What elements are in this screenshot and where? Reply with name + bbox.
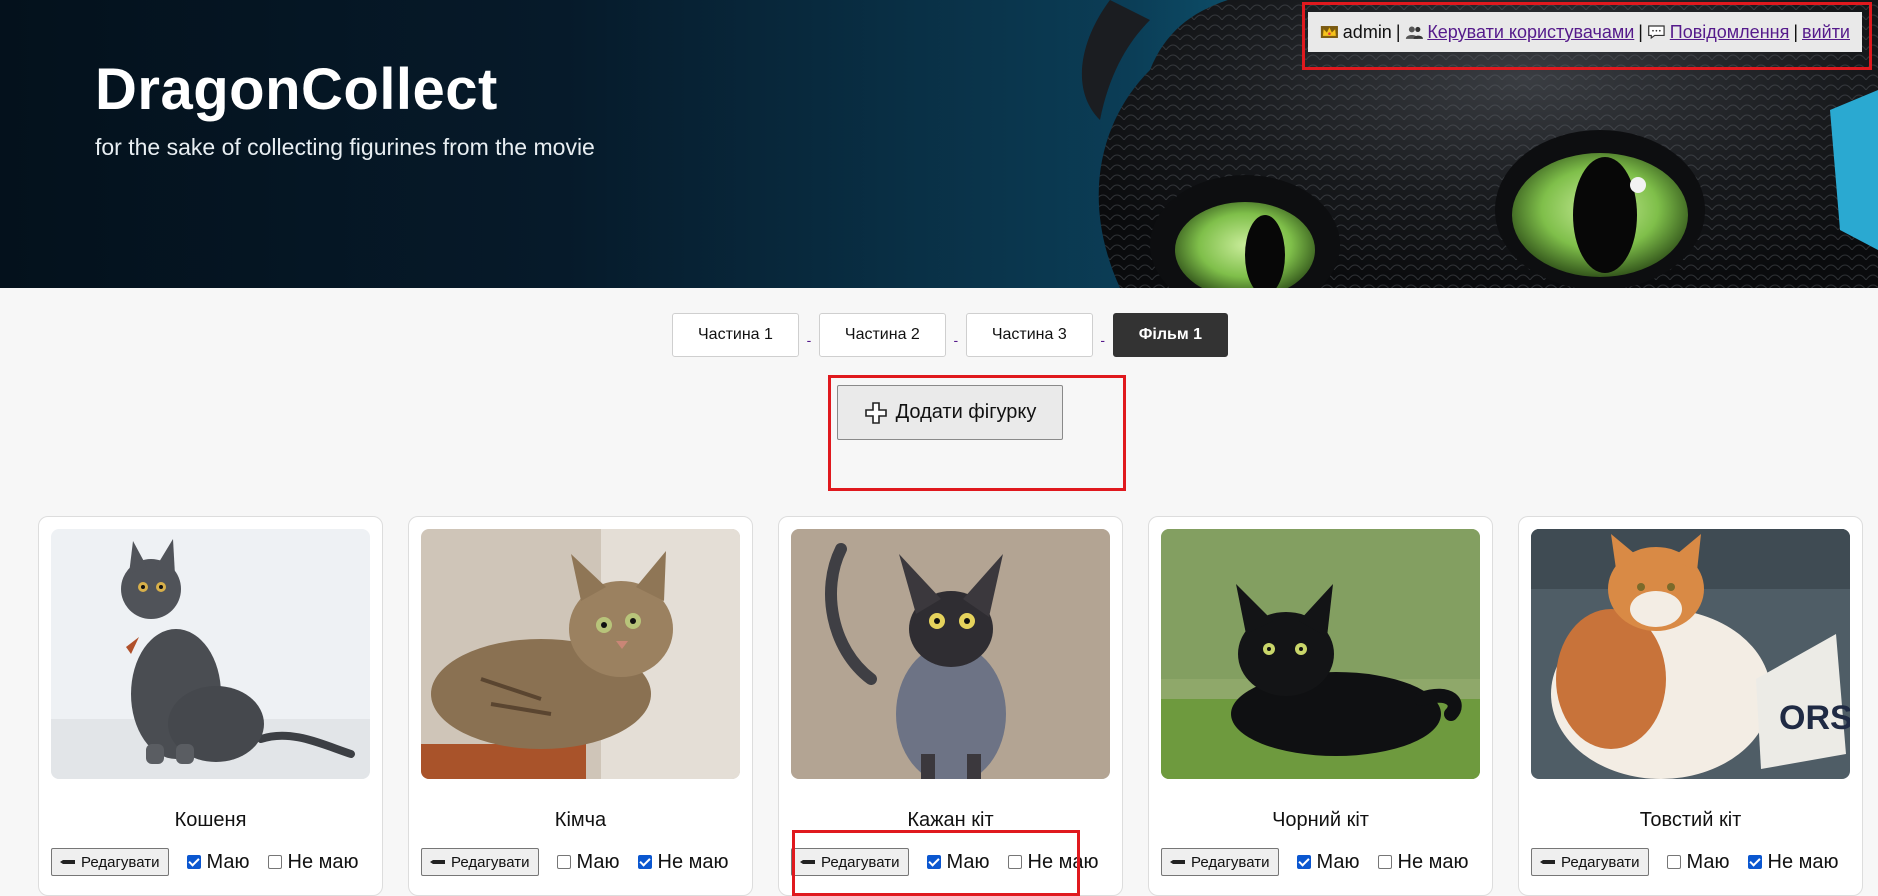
have-checkbox[interactable]: [1666, 855, 1681, 869]
not-have-checkbox[interactable]: [1747, 855, 1762, 869]
site-title: DragonCollect: [95, 57, 498, 122]
pencil-icon: [60, 860, 75, 864]
edit-label: Редагувати: [1191, 853, 1270, 871]
part-tabs: Частина 1 - Частина 2 - Частина 3 - Філь…: [672, 313, 1228, 357]
hero-banner: DragonCollect for the sake of collecting…: [0, 0, 1878, 288]
not-have-checkbox[interactable]: [637, 855, 652, 869]
crown-icon: [1320, 26, 1338, 38]
figurine-controls: Редагувати Маю Не маю: [51, 848, 370, 876]
speech-bubble-icon: [1648, 25, 1665, 40]
have-checkbox[interactable]: [186, 855, 201, 869]
not-have-checkbox[interactable]: [1377, 855, 1392, 869]
pencil-icon: [1540, 860, 1555, 864]
tab-separator: -: [953, 332, 959, 348]
gray-kitten-photo: [51, 529, 370, 779]
figurine-grid: Кошеня Редагувати Маю Не маю Кімча Редаг…: [38, 516, 1863, 896]
pencil-icon: [800, 860, 815, 864]
edit-label: Редагувати: [821, 853, 900, 871]
pencil-icon: [430, 860, 445, 864]
figurine-controls: Редагувати Маю Не маю: [1161, 848, 1480, 876]
tab-film-1[interactable]: Фільм 1: [1112, 313, 1228, 357]
have-label: Маю: [206, 850, 250, 873]
tab-part-2[interactable]: Частина 2: [818, 313, 946, 357]
edit-button[interactable]: Редагувати: [791, 848, 909, 876]
plus-icon: [864, 401, 887, 424]
users-icon: [1405, 26, 1423, 39]
edit-button[interactable]: Редагувати: [1161, 848, 1279, 876]
figurine-controls: Редагувати Маю Не маю: [1531, 848, 1850, 876]
site-subtitle: for the sake of collecting figurines fro…: [95, 134, 595, 160]
add-figurine-button[interactable]: Додати фігурку: [837, 385, 1063, 440]
pencil-icon: [1170, 860, 1185, 864]
figurine-name: Кошеня: [174, 809, 247, 831]
figurine-card: Чорний кіт Редагувати Маю Не маю: [1148, 516, 1493, 896]
logout-link[interactable]: вийти: [1802, 22, 1850, 43]
edit-button[interactable]: Редагувати: [1531, 848, 1649, 876]
user-bar: admin | Керувати користувачами | Повідом…: [1308, 12, 1862, 52]
edit-label: Редагувати: [1561, 853, 1640, 871]
manage-users-link[interactable]: Керувати користувачами: [1427, 22, 1634, 43]
separator: |: [1395, 21, 1401, 42]
separator: |: [1638, 21, 1643, 42]
figurine-name: Товстий кіт: [1639, 809, 1742, 831]
figurine-controls: Редагувати Маю Не маю: [791, 848, 1110, 876]
have-checkbox[interactable]: [1296, 855, 1311, 869]
tab-part-1[interactable]: Частина 1: [672, 313, 799, 357]
not-have-label: Не маю: [657, 850, 729, 873]
tab-part-3[interactable]: Частина 3: [965, 313, 1093, 357]
not-have-label: Не маю: [287, 850, 359, 873]
separator: |: [1793, 21, 1799, 42]
edit-button[interactable]: Редагувати: [51, 848, 169, 876]
figurine-card: ORS Товстий кіт Редагувати Маю Не маю: [1518, 516, 1863, 896]
have-label: Маю: [946, 850, 990, 873]
figurine-card: Кажан кіт Редагувати Маю Не маю: [778, 516, 1123, 896]
figurine-card: Кошеня Редагувати Маю Не маю: [38, 516, 383, 896]
add-figurine-label: Додати фігурку: [895, 401, 1037, 423]
black-cat-photo: [1161, 529, 1480, 779]
have-checkbox[interactable]: [926, 855, 941, 869]
not-have-label: Не маю: [1027, 850, 1099, 873]
sphynx-cat-photo: [791, 529, 1110, 779]
figurine-card: Кімча Редагувати Маю Не маю: [408, 516, 753, 896]
figurine-name: Кажан кіт: [907, 809, 994, 831]
not-have-label: Не маю: [1767, 850, 1839, 873]
have-checkbox[interactable]: [556, 855, 571, 869]
have-label: Маю: [1686, 850, 1730, 873]
svg-text:ORS: ORS: [1779, 699, 1850, 737]
edit-button[interactable]: Редагувати: [421, 848, 539, 876]
have-label: Маю: [1316, 850, 1360, 873]
not-have-checkbox[interactable]: [267, 855, 282, 869]
not-have-checkbox[interactable]: [1007, 855, 1022, 869]
tab-separator: -: [1100, 332, 1106, 348]
figurine-name: Чорний кіт: [1272, 809, 1369, 831]
fat-orange-cat-photo: ORS: [1531, 529, 1850, 779]
tab-separator: -: [806, 332, 812, 348]
figurine-controls: Редагувати Маю Не маю: [421, 848, 740, 876]
username: admin: [1342, 21, 1392, 42]
edit-label: Редагувати: [81, 853, 160, 871]
messages-link[interactable]: Повідомлення: [1670, 22, 1790, 43]
edit-label: Редагувати: [451, 853, 530, 871]
figurine-name: Кімча: [554, 809, 607, 831]
have-label: Маю: [576, 850, 620, 873]
not-have-label: Не маю: [1397, 850, 1469, 873]
tabby-cat-photo: [421, 529, 740, 779]
